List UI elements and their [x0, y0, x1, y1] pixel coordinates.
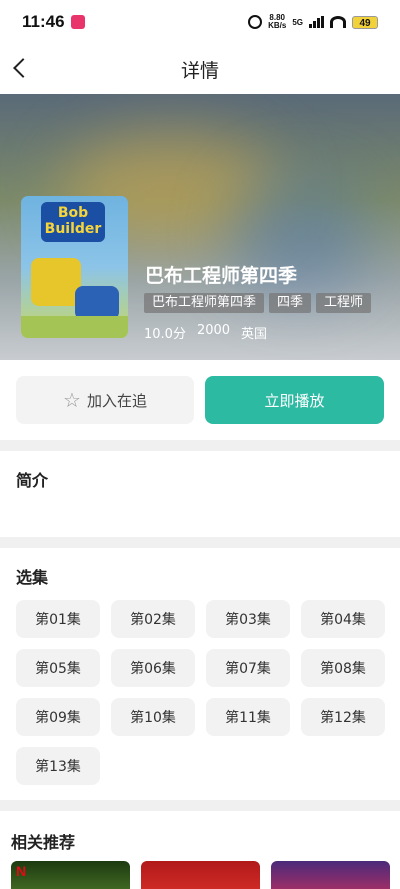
intro-title: 简介	[16, 471, 49, 490]
related-title: 相关推荐	[11, 833, 76, 852]
episode-button[interactable]: 第03集	[206, 600, 290, 638]
show-year: 2000	[196, 323, 231, 338]
related-thumbnail[interactable]	[141, 861, 260, 889]
episode-button[interactable]: 第06集	[111, 649, 195, 687]
show-region: 英国	[241, 327, 268, 342]
episodes-title: 选集	[16, 568, 49, 587]
tag[interactable]: 工程师	[316, 293, 372, 313]
status-bar: 11:46 8.80 KB/s 5G 49	[0, 0, 400, 44]
star-outline-icon: ☆	[63, 388, 81, 412]
battery-icon: 49	[352, 15, 378, 29]
network-type: 5G	[292, 17, 303, 27]
episode-button[interactable]: 第07集	[206, 649, 290, 687]
app-notification-icon	[70, 15, 85, 29]
tag-list: 巴布工程师第四季 四季 工程师	[144, 293, 372, 313]
episode-button[interactable]: 第13集	[16, 747, 100, 785]
top-nav-bar: 详情	[0, 44, 400, 94]
related-thumbnail[interactable]	[271, 861, 390, 889]
poster-ground	[21, 316, 128, 338]
episode-button[interactable]: 第04集	[301, 600, 385, 638]
show-meta: 10.0分 2000 英国	[144, 323, 267, 342]
signal-icon	[309, 16, 324, 28]
episode-button[interactable]: 第02集	[111, 600, 195, 638]
status-time: 11:46	[22, 12, 65, 31]
episodes-section: 选集 第01集 第02集 第03集 第04集 第05集 第06集 第07集 第0…	[0, 548, 400, 800]
tag[interactable]: 四季	[269, 293, 312, 313]
related-section: 相关推荐 N	[0, 811, 400, 889]
netflix-badge: N	[16, 863, 27, 879]
net-speed: 8.80 KB/s	[268, 14, 286, 30]
related-thumbnail[interactable]: N	[11, 861, 130, 889]
poster-logo: Bob Builder	[41, 202, 105, 242]
tag[interactable]: 巴布工程师第四季	[144, 293, 265, 313]
play-now-button[interactable]: 立即播放	[205, 376, 384, 424]
status-icons: 8.80 KB/s 5G 49	[248, 14, 378, 30]
poster-machine-shape	[31, 258, 81, 306]
episode-button[interactable]: 第05集	[16, 649, 100, 687]
episode-button[interactable]: 第12集	[301, 698, 385, 736]
episode-button[interactable]: 第11集	[206, 698, 290, 736]
follow-button[interactable]: ☆ 加入在追	[16, 376, 194, 424]
chevron-left-icon[interactable]	[13, 58, 33, 78]
net-speed-unit: KB/s	[268, 21, 287, 30]
episode-grid: 第01集 第02集 第03集 第04集 第05集 第06集 第07集 第08集 …	[16, 600, 385, 785]
intro-section: 简介	[0, 451, 400, 537]
follow-button-label: 加入在追	[86, 391, 147, 410]
hero-banner: Bob Builder 巴布工程师第四季 巴布工程师第四季 四季 工程师 10.…	[0, 94, 400, 360]
action-bar: ☆ 加入在追 立即播放	[0, 360, 400, 440]
episode-button[interactable]: 第08集	[301, 649, 385, 687]
show-title: 巴布工程师第四季	[145, 265, 298, 287]
wifi-icon	[330, 16, 346, 28]
page-title: 详情	[180, 59, 219, 82]
show-poster: Bob Builder	[21, 196, 128, 338]
poster-vehicle-shape	[75, 286, 119, 320]
episode-button[interactable]: 第10集	[111, 698, 195, 736]
show-score: 10.0分	[144, 327, 186, 342]
episode-button[interactable]: 第09集	[16, 698, 100, 736]
alarm-icon	[248, 15, 263, 29]
episode-button[interactable]: 第01集	[16, 600, 100, 638]
